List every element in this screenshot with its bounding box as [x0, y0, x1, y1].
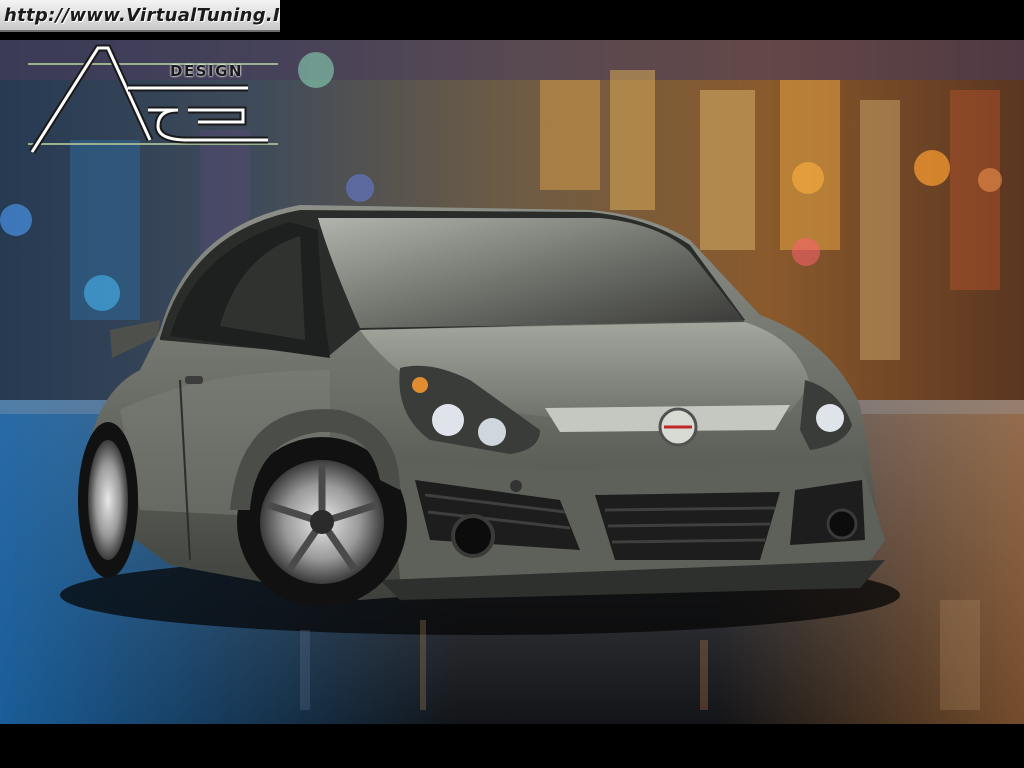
bottom-black-bar — [0, 724, 1024, 768]
wallpaper-frame: DESIGN http://www.VirtualTuning.IT — [0, 0, 1024, 768]
ace-design-logo: DESIGN — [28, 44, 281, 156]
ace-logo-mark-icon — [28, 44, 281, 156]
watermark-url: http://www.VirtualTuning.IT — [0, 0, 280, 32]
logo-design-text: DESIGN — [170, 62, 243, 80]
